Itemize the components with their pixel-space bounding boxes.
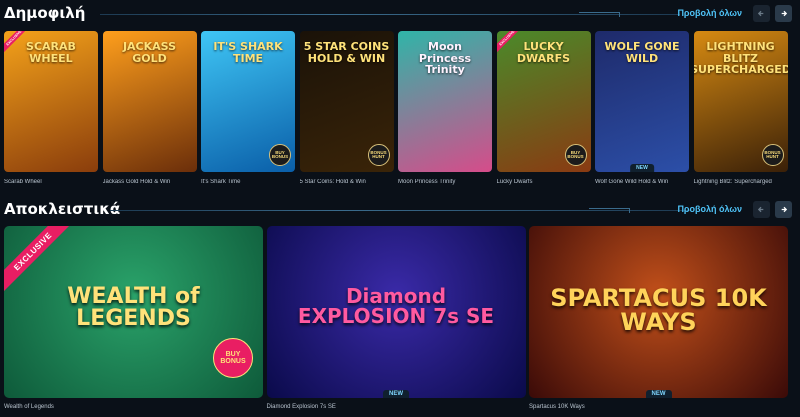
game-tile-large[interactable]: SPARTACUS 10K WAYS NEW — [529, 226, 788, 398]
game-logo-text: JACKASS GOLD — [122, 40, 177, 65]
game-tile[interactable]: LIGHTNING BLITZ SUPERCHARGED BONUS HUNT — [693, 31, 788, 172]
game-thumbnail: JACKASS GOLD — [103, 31, 197, 172]
game-name[interactable]: Scarab Wheel — [4, 179, 98, 185]
new-badge: NEW — [630, 164, 654, 172]
popular-section-header: Δημοφιλή Προβολή όλων — [0, 0, 800, 30]
game-name[interactable]: Wolf Gone Wild Hold & Win — [595, 179, 689, 185]
game-name[interactable]: Lightning Blitz: Supercharged — [694, 179, 788, 185]
game-tile[interactable]: SCARAB WHEEL EXCLUSIVE — [4, 31, 98, 172]
header-divider — [100, 12, 680, 17]
game-logo-text: SCARAB WHEEL — [26, 40, 76, 65]
game-logo-text: WEALTH of LEGENDS — [67, 284, 200, 331]
game-tile[interactable]: Moon Princess Trinity — [398, 31, 492, 172]
game-tile[interactable]: WOLF GONE WILD NEW — [595, 31, 689, 172]
game-logo-text: LIGHTNING BLITZ SUPERCHARGED — [693, 40, 788, 77]
game-name[interactable]: Spartacus 10K Ways — [529, 404, 585, 410]
game-logo-text: LUCKY DWARFS — [516, 40, 571, 65]
game-tile[interactable]: IT'S SHARK TIME BUY BONUS — [201, 31, 295, 172]
game-logo-text: WOLF GONE WILD — [604, 40, 680, 65]
game-tile[interactable]: 5 STAR COINS HOLD & WIN BONUS HUNT — [299, 31, 394, 172]
bonus-badge-icon: BUY BONUS — [213, 338, 253, 378]
arrow-left-icon — [757, 206, 764, 213]
game-thumbnail: Moon Princess Trinity — [398, 31, 492, 172]
exclusive-section-title: Αποκλειστικά — [4, 200, 121, 218]
exclusive-next-button[interactable] — [775, 201, 792, 218]
arrow-right-icon — [781, 206, 788, 213]
bonus-badge-icon: BONUS HUNT — [761, 144, 784, 166]
game-logo-text: 5 STAR COINS HOLD & WIN — [303, 40, 390, 65]
arrow-left-icon — [757, 10, 764, 17]
header-divider — [110, 208, 690, 213]
exclusive-games-row: WEALTH of LEGENDS EXCLUSIVE BUY BONUS Wealt… — [4, 226, 794, 416]
game-tile[interactable]: JACKASS GOLD — [102, 31, 197, 172]
exclusive-section-header: Αποκλειστικά Προβολή όλων — [0, 196, 800, 226]
game-name[interactable]: Diamond Explosion 7s SE — [267, 404, 336, 410]
game-name[interactable]: Jackass Gold Hold & Win — [103, 179, 197, 185]
game-tile-large[interactable]: WEALTH of LEGENDS EXCLUSIVE BUY BONUS — [4, 226, 263, 398]
game-tile[interactable]: LUCKY DWARFS EXCLUSIVE BUY BONUS — [496, 31, 591, 172]
game-name[interactable]: Wealth of Legends — [4, 404, 54, 410]
bonus-badge-icon: BUY BONUS — [564, 144, 587, 166]
game-tile-large[interactable]: Diamond EXPLOSION 7s SE NEW — [266, 226, 526, 398]
exclusive-ribbon: EXCLUSIVE — [4, 226, 75, 293]
game-name[interactable]: Moon Princess Trinity — [398, 179, 492, 185]
game-name[interactable]: 5 Star Coins: Hold & Win — [300, 179, 394, 185]
game-thumbnail: WOLF GONE WILD — [595, 31, 689, 172]
popular-next-button[interactable] — [775, 5, 792, 22]
game-logo-text: IT'S SHARK TIME — [213, 40, 283, 65]
new-badge: NEW — [383, 390, 409, 398]
exclusive-view-all-link[interactable]: Προβολή όλων — [677, 204, 742, 214]
game-logo-text: SPARTACUS 10K WAYS — [550, 284, 767, 336]
arrow-right-icon — [781, 10, 788, 17]
bonus-badge-icon: BUY BONUS — [269, 144, 291, 166]
game-logo-text: Moon Princess Trinity — [418, 40, 472, 77]
exclusive-prev-button[interactable] — [753, 201, 770, 218]
popular-games-row: SCARAB WHEEL EXCLUSIVE Scarab Wheel JACKASS… — [4, 31, 794, 191]
new-badge: NEW — [645, 390, 672, 398]
bonus-badge-icon: BONUS HUNT — [367, 144, 390, 166]
game-name[interactable]: Lucky Dwarfs — [497, 179, 591, 185]
popular-prev-button[interactable] — [753, 5, 770, 22]
game-name[interactable]: It's Shark Time — [201, 179, 295, 185]
popular-view-all-link[interactable]: Προβολή όλων — [677, 8, 742, 18]
popular-section-title: Δημοφιλή — [4, 4, 86, 22]
game-thumbnail: SCARAB WHEEL — [4, 31, 98, 172]
game-logo-text: Diamond EXPLOSION 7s SE — [297, 284, 495, 328]
